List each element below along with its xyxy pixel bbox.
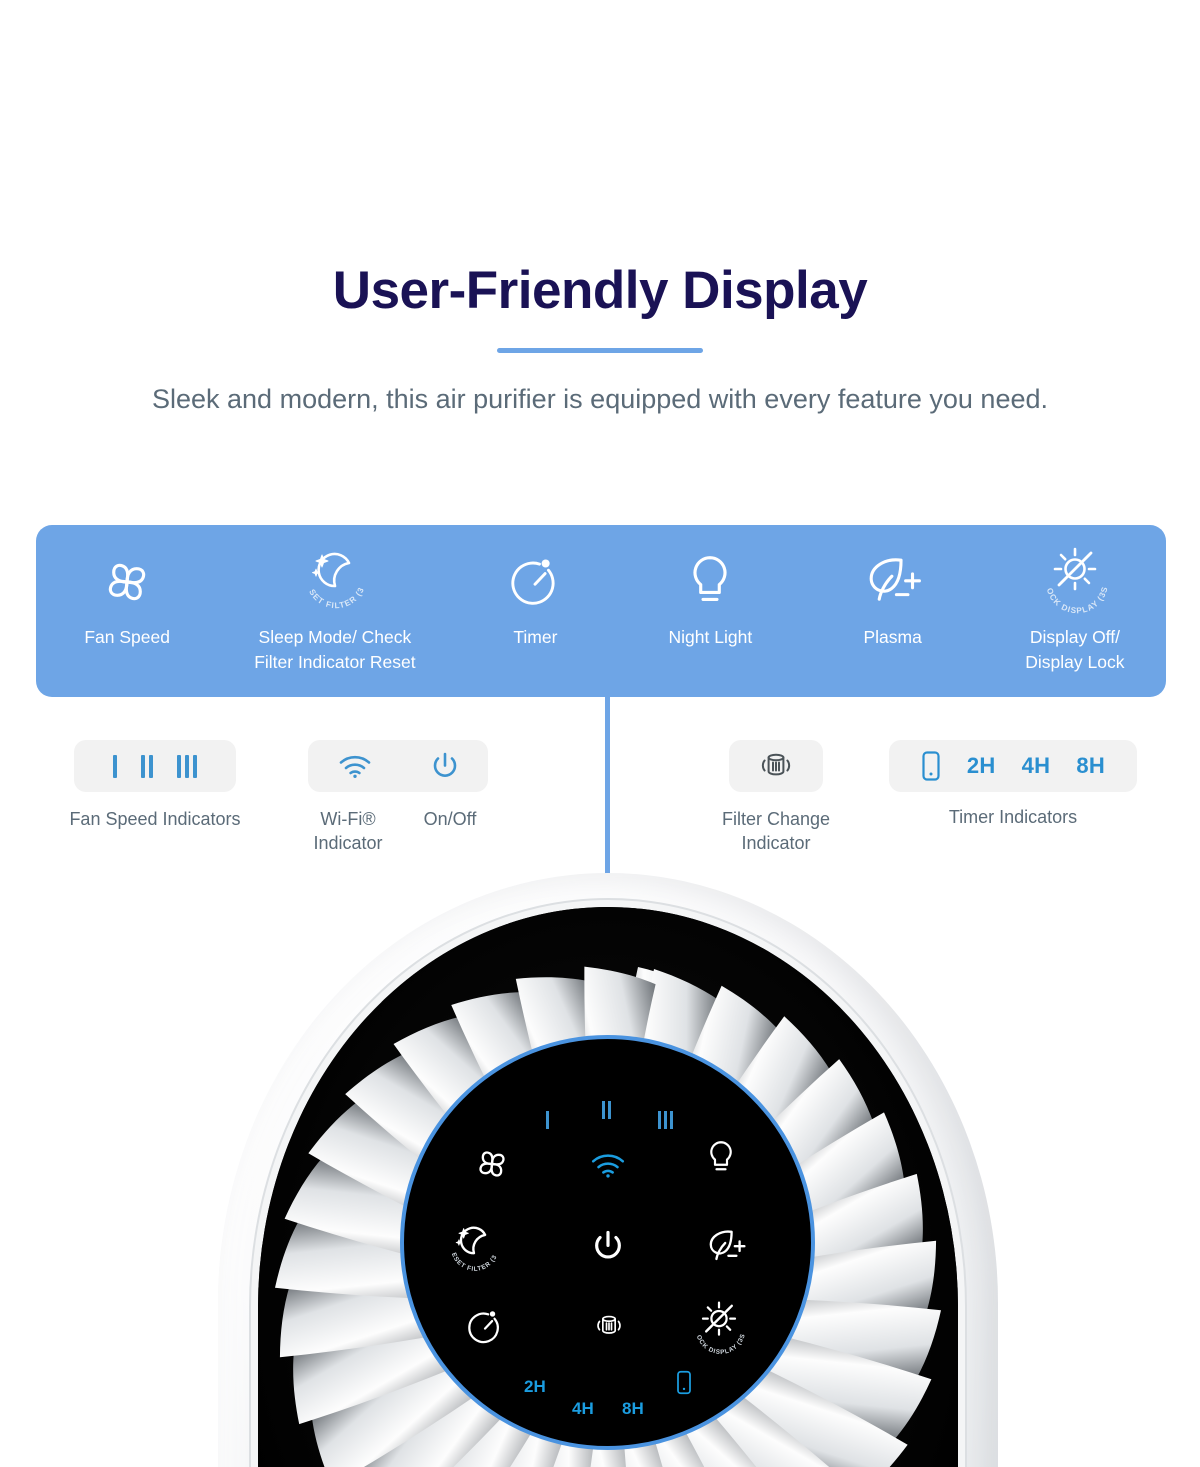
filter-change-indicator-label: Filter Change Indicator xyxy=(721,809,831,853)
svg-text:RESET FILTER (3S): RESET FILTER (3S) xyxy=(290,543,366,610)
timer-icon xyxy=(508,551,562,613)
moon-sleep-icon: RESET FILTER (3S) xyxy=(290,543,380,613)
feature-label: Night Light xyxy=(668,627,753,647)
panel-sleep-mode-button[interactable]: RESET FILTER (3S) xyxy=(438,1219,510,1281)
fan-speed-bars xyxy=(113,754,197,778)
filter-change-pill[interactable] xyxy=(729,740,823,792)
panel-speed-mark-1 xyxy=(546,1111,549,1129)
feature-banner: Fan Speed RESET FILTER (3S) Sleep Mode/ xyxy=(36,525,1166,697)
panel-wifi-indicator[interactable] xyxy=(590,1151,626,1179)
display-off-icon: LOCK DISPLAY (3S) xyxy=(1029,542,1121,615)
feature-sleep-mode[interactable]: RESET FILTER (3S) Sleep Mode/ Check Filt… xyxy=(218,525,451,676)
lightbulb-icon xyxy=(686,551,734,613)
panel-speed-mark-2 xyxy=(602,1101,611,1119)
timer-8h: 8H xyxy=(1076,753,1106,778)
fan-speed-level-2 xyxy=(141,754,153,778)
panel-timer-button[interactable] xyxy=(466,1307,504,1347)
timer-indicator-label: Timer Indicators xyxy=(948,807,1078,827)
panel-timer-8h: 8H xyxy=(622,1399,644,1418)
panel-plasma-button[interactable] xyxy=(704,1227,748,1267)
feature-night-light[interactable]: Night Light xyxy=(619,525,801,650)
panel-filter-change-indicator[interactable] xyxy=(594,1311,624,1341)
header: User-Friendly Display Sleek and modern, … xyxy=(0,0,1200,420)
wifi-power-pill[interactable] xyxy=(308,740,488,792)
fan-speed-level-1 xyxy=(113,754,117,778)
fan-speed-indicator-pill[interactable] xyxy=(74,740,236,792)
panel-fan-speed-button[interactable] xyxy=(472,1144,512,1184)
filter-change-indicator-group: Filter Change Indicator xyxy=(686,808,866,856)
page-subtitle: Sleek and modern, this air purifier is e… xyxy=(151,384,1048,415)
svg-text:LOCK DISPLAY (3S): LOCK DISPLAY (3S) xyxy=(1029,542,1110,615)
control-panel-callout: RESET FILTER (3S) xyxy=(400,1035,815,1450)
leaf-plus-icon xyxy=(862,551,924,613)
page-title: User-Friendly Display xyxy=(332,261,868,320)
feature-fan-speed[interactable]: Fan Speed xyxy=(36,525,218,650)
power-indicator-group: On/Off xyxy=(400,808,500,832)
wifi-indicator-group: Wi-Fi® Indicator xyxy=(287,808,409,856)
timer-4h: 4H xyxy=(1021,753,1051,778)
power-icon[interactable] xyxy=(431,751,459,781)
indicator-row: Fan Speed Indicators Wi-Fi® Indicator On… xyxy=(0,736,1200,866)
control-panel-surface: RESET FILTER (3S) xyxy=(404,1039,811,1446)
panel-night-light-button[interactable] xyxy=(706,1139,736,1177)
wifi-indicator-label: Wi-Fi® Indicator xyxy=(313,809,383,853)
power-indicator-label: On/Off xyxy=(423,809,477,829)
timer-indicator-contents: 2H 4H 8H xyxy=(921,750,1105,782)
wifi-icon[interactable] xyxy=(338,753,372,779)
fan-icon xyxy=(98,551,156,613)
timer-indicator-group: Timer Indicators xyxy=(889,806,1137,830)
panel-timer-4h: 4H xyxy=(572,1399,594,1418)
svg-text:LOCK DISPLAY (3S): LOCK DISPLAY (3S) xyxy=(682,1297,747,1356)
panel-power-button[interactable] xyxy=(592,1229,624,1263)
timer-indicator-pill[interactable]: 2H 4H 8H xyxy=(889,740,1137,792)
panel-phone-icon xyxy=(676,1369,692,1396)
panel-timer-2h: 2H xyxy=(524,1377,546,1396)
filter-cartridge-icon xyxy=(758,749,794,783)
feature-plasma[interactable]: Plasma xyxy=(802,525,984,650)
feature-label: Display Off/ Display Lock xyxy=(1025,627,1125,673)
feature-label: Plasma xyxy=(863,627,922,647)
fan-speed-level-3 xyxy=(177,754,197,778)
feature-timer[interactable]: Timer xyxy=(452,525,620,650)
phone-icon xyxy=(921,750,941,782)
svg-text:RESET FILTER (3S): RESET FILTER (3S) xyxy=(438,1219,499,1273)
feature-label: Timer xyxy=(513,627,558,647)
feature-label: Fan Speed xyxy=(84,627,170,647)
timer-2h: 2H xyxy=(966,753,996,778)
title-divider xyxy=(497,348,703,354)
fan-speed-indicator-label: Fan Speed Indicators xyxy=(69,809,241,829)
panel-display-off-button[interactable]: LOCK DISPLAY (3S) xyxy=(682,1297,756,1361)
page-root: User-Friendly Display Sleek and modern, … xyxy=(0,0,1200,1467)
feature-display-off[interactable]: LOCK DISPLAY (3S) Display Off/ Display L… xyxy=(984,525,1166,676)
panel-speed-mark-3 xyxy=(658,1111,673,1129)
fan-speed-indicator-group: Fan Speed Indicators xyxy=(34,808,276,832)
feature-label: Sleep Mode/ Check Filter Indicator Reset xyxy=(254,627,416,673)
